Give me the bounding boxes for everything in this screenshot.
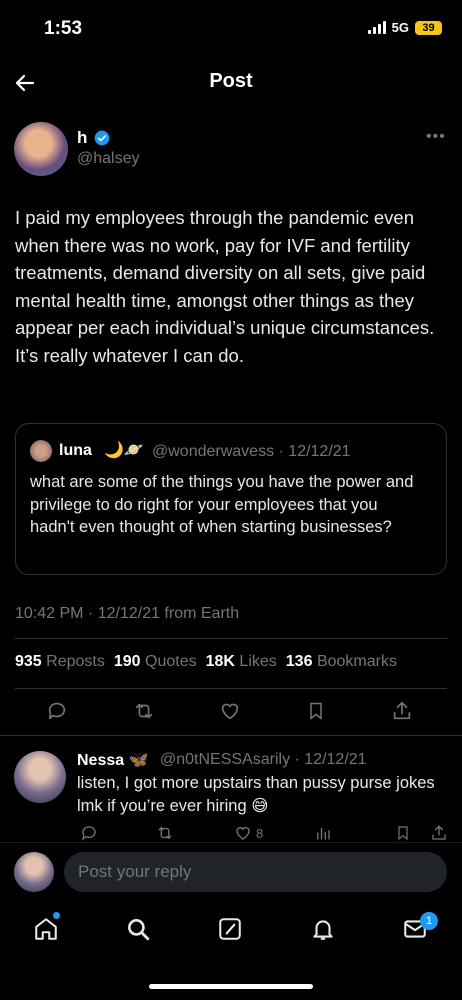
like-icon [236,827,250,840]
author-avatar[interactable] [14,122,68,176]
quotes-label: Quotes [145,653,197,670]
reply-avatar[interactable] [14,751,66,803]
home-indicator [149,984,313,989]
reply-input[interactable] [64,852,447,892]
reposts-label: Reposts [46,653,105,670]
like-button[interactable] [215,696,245,726]
reply-author-name[interactable]: Nessa 🦋 [77,750,149,770]
divider [15,688,447,689]
quote-author-handle: @wonderwavess · 12/12/21 [152,443,351,460]
quotes-stat[interactable]: 190 Quotes [114,653,197,671]
grok-icon [219,918,241,940]
share-button[interactable] [387,696,417,726]
analytics-icon [317,827,330,840]
reply-name-text: Nessa [77,752,125,769]
reply-author-handle[interactable]: @n0tNESSAsarily · 12/12/21 [160,751,367,769]
compose-avatar [14,852,54,892]
divider [0,735,462,736]
battery-level: 39 [422,21,435,34]
quotes-count: 190 [113,653,141,670]
bookmark-icon [398,826,408,841]
reply-repost-button[interactable] [150,822,180,844]
verified-icon [94,130,110,146]
reply-icon [48,702,66,720]
divider [15,638,447,639]
status-indicators: 5G 39 [367,20,442,35]
home-notification-dot [53,912,60,919]
reply-analytics-button[interactable] [308,822,338,844]
battery-icon: 39 [415,20,442,35]
reply-text: listen, I got more upstairs than pussy p… [77,774,435,815]
quote-text: what are some of the things you have the… [30,473,414,536]
share-icon [393,701,411,720]
bookmarks-count: 136 [285,653,313,670]
reposts-count: 935 [15,653,42,670]
likes-count: 18K [205,653,235,670]
page-title: Post [209,70,253,92]
nav-notifications[interactable] [307,913,339,945]
status-time: 1:53 [44,18,83,39]
quote-author-name: luna [59,442,92,459]
share-icon [432,825,446,840]
messages-badge: 1 [420,912,438,930]
signal-icon [367,21,386,34]
home-icon [35,918,57,940]
reposts-stat[interactable]: 935 Reposts [15,653,105,671]
quoted-post[interactable]: luna 🌙🪐 @wonderwavess · 12/12/21 what ar… [15,423,447,575]
likes-label: Likes [239,653,277,670]
reply-like-button[interactable]: 8 [234,824,263,842]
tweet-text: I paid my employees through the pandemic… [15,207,435,366]
reply-share-button[interactable] [424,822,454,844]
network-label: 5G [391,20,409,35]
more-icon[interactable]: ••• [426,128,446,146]
quote-avatar [30,440,52,462]
bell-icon [313,920,333,940]
nav-search[interactable] [122,913,154,945]
repost-button[interactable] [129,696,159,726]
search-icon [128,919,150,941]
bookmarks-label: Bookmarks [316,653,397,670]
reply-button[interactable] [42,696,72,726]
likes-stat[interactable]: 18K Likes [206,653,277,671]
post-timestamp: 10:42 PM · 12/12/21 from Earth [15,605,240,622]
author-handle[interactable]: @halsey [77,150,140,168]
reply-name-emoji: 🦋 [128,752,149,769]
bookmarks-stat[interactable]: 136 Bookmarks [286,653,397,671]
reply-reply-button[interactable] [74,822,104,844]
quote-name-emoji: 🌙🪐 [104,442,144,459]
repost-icon [135,703,153,719]
reply-bookmark-button[interactable] [388,822,418,844]
nav-grok[interactable] [214,913,246,945]
bookmark-button[interactable] [301,696,331,726]
bookmark-icon [310,702,322,720]
reply-icon [81,826,96,841]
reply-like-count: 8 [256,825,264,841]
engagement-stats: 935 Reposts 190 Quotes 18K Likes 136 Boo… [15,653,397,671]
author-name[interactable]: h [77,128,87,148]
like-icon [221,703,239,720]
repost-icon [158,826,172,840]
